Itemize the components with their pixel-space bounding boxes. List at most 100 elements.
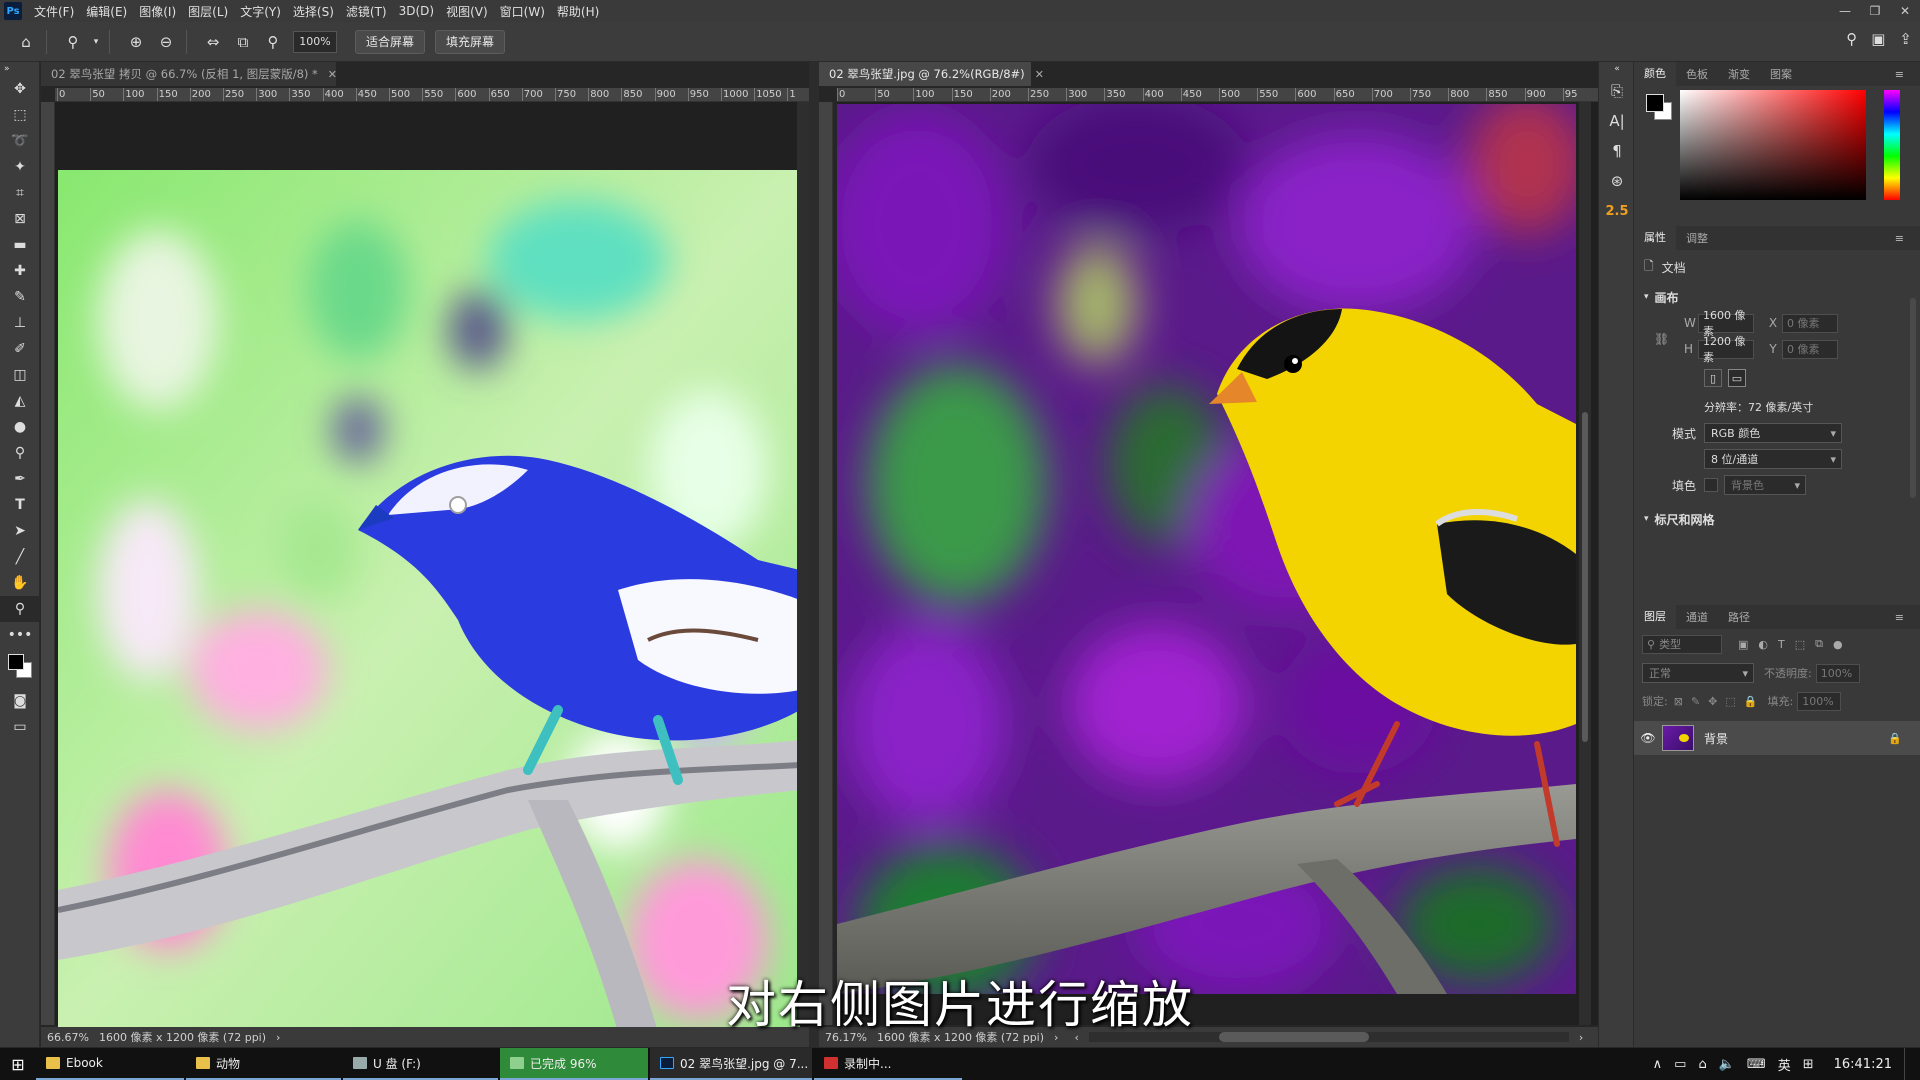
home-icon[interactable]: ⌂ bbox=[14, 30, 38, 54]
menu-edit[interactable]: 编辑(E) bbox=[80, 3, 133, 20]
share-icon[interactable]: ⇪ bbox=[1899, 30, 1912, 48]
tab-color[interactable]: 颜色 bbox=[1634, 62, 1676, 86]
filter-adjustment-icon[interactable]: ◐ bbox=[1758, 638, 1768, 651]
brush-size-indicator[interactable]: 2.5 bbox=[1599, 196, 1635, 226]
blur-tool-icon[interactable]: ● bbox=[0, 414, 40, 440]
search-icon[interactable]: ⚲ bbox=[1846, 30, 1857, 48]
type-tool-icon[interactable]: T bbox=[0, 492, 40, 518]
tab-right-document[interactable]: 02 翠鸟张望.jpg @ 76.2%(RGB/8#) ✕ bbox=[819, 62, 1044, 86]
fill-color-swatch[interactable] bbox=[1704, 478, 1718, 492]
path-selection-icon[interactable]: ➤ bbox=[0, 518, 40, 544]
menu-filter[interactable]: 滤镜(T) bbox=[340, 3, 393, 20]
portrait-orientation-icon[interactable]: ▯ bbox=[1704, 369, 1722, 387]
tab-gradients[interactable]: 渐变 bbox=[1718, 66, 1760, 82]
tab-channels[interactable]: 通道 bbox=[1676, 609, 1718, 625]
screen-mode-icon[interactable]: ▭ bbox=[0, 714, 40, 740]
scrubby-zoom-icon[interactable]: ⚲ bbox=[261, 30, 285, 54]
layer-row-background[interactable]: 👁 背景 🔒 bbox=[1634, 721, 1920, 755]
tab-swatches[interactable]: 色板 bbox=[1676, 66, 1718, 82]
fit-screen-button[interactable]: 适合屏幕 bbox=[355, 29, 426, 54]
menu-type[interactable]: 文字(Y) bbox=[234, 3, 287, 20]
color-fg-swatch[interactable] bbox=[1646, 94, 1664, 112]
taskbar-item-animals[interactable]: 动物 bbox=[186, 1048, 341, 1080]
panel-menu-icon[interactable]: ≡ bbox=[1885, 611, 1914, 624]
panel-menu-icon[interactable]: ≡ bbox=[1885, 232, 1914, 245]
paragraph-panel-icon[interactable]: ¶ bbox=[1599, 136, 1635, 166]
color-field[interactable] bbox=[1680, 90, 1866, 200]
input-grid-icon[interactable]: ⊞ bbox=[1803, 1057, 1814, 1072]
zoom-percent-field[interactable]: 100% bbox=[293, 30, 337, 53]
menu-image[interactable]: 图像(I) bbox=[133, 3, 182, 20]
filter-shape-icon[interactable]: ⬚ bbox=[1795, 638, 1805, 651]
layer-name[interactable]: 背景 bbox=[1704, 730, 1728, 747]
close-icon[interactable]: ✕ bbox=[1890, 0, 1920, 22]
tab-close-icon[interactable]: ✕ bbox=[1035, 68, 1044, 81]
stamp-tool-icon[interactable]: ⊥ bbox=[0, 310, 40, 336]
lock-pixels-icon[interactable]: ✎ bbox=[1691, 695, 1700, 708]
color-swatches[interactable] bbox=[0, 648, 40, 688]
move-tool-icon[interactable]: ✥ bbox=[0, 76, 40, 102]
tab-layers[interactable]: 图层 bbox=[1634, 605, 1676, 629]
taskbar-item-usb-drive[interactable]: U 盘 (F:) bbox=[343, 1048, 498, 1080]
x-field[interactable]: 0 像素 bbox=[1782, 313, 1838, 333]
document-divider[interactable] bbox=[809, 62, 819, 1047]
foreground-color[interactable] bbox=[8, 654, 24, 670]
fill-select[interactable]: 背景色 bbox=[1724, 475, 1806, 495]
pen-tool-icon[interactable]: ✒ bbox=[0, 466, 40, 492]
tab-left-document[interactable]: 02 翠鸟张望 拷贝 @ 66.7% (反相 1, 图层蒙版/8) * ✕ bbox=[41, 62, 337, 86]
panel-menu-icon[interactable]: ≡ bbox=[1885, 68, 1914, 81]
filter-toggle-icon[interactable]: ● bbox=[1833, 638, 1843, 651]
history-panel-icon[interactable]: ⎘ bbox=[1599, 76, 1635, 106]
lock-transparent-icon[interactable]: ⊠ bbox=[1674, 695, 1683, 708]
blend-mode-select[interactable]: 正常 bbox=[1642, 663, 1754, 683]
rulers-grids-section-title[interactable]: 标尺和网格 bbox=[1655, 511, 1715, 528]
collapse-panels-icon[interactable]: « bbox=[1599, 62, 1635, 76]
menu-window[interactable]: 窗口(W) bbox=[494, 3, 551, 20]
taskbar-item-download-progress[interactable]: 已完成 96% bbox=[500, 1048, 648, 1080]
fill-field[interactable]: 100% bbox=[1797, 691, 1842, 711]
more-tools-icon[interactable]: ••• bbox=[0, 622, 40, 648]
goldfinch-image[interactable] bbox=[837, 104, 1576, 994]
resize-windows-icon[interactable]: ⇔ bbox=[201, 30, 225, 54]
lock-all-icon[interactable]: 🔒 bbox=[1744, 695, 1758, 708]
eye-icon[interactable]: 👁 bbox=[1634, 731, 1662, 745]
vertical-scrollbar[interactable] bbox=[797, 102, 809, 1025]
menu-view[interactable]: 视图(V) bbox=[440, 3, 494, 20]
eraser-tool-icon[interactable]: ◫ bbox=[0, 362, 40, 388]
restore-icon[interactable]: ❐ bbox=[1860, 0, 1890, 22]
height-field[interactable]: 1200 像素 bbox=[1698, 335, 1754, 364]
start-icon[interactable]: ⊞ bbox=[0, 1048, 36, 1080]
mode-select[interactable]: RGB 颜色 bbox=[1704, 423, 1842, 443]
character-panel-icon[interactable]: A| bbox=[1599, 106, 1635, 136]
menu-layer[interactable]: 图层(L) bbox=[182, 3, 234, 20]
hand-tool-icon[interactable]: ✋ bbox=[0, 570, 40, 596]
filter-type-icon[interactable]: T bbox=[1778, 638, 1785, 651]
inverted-bird-image[interactable] bbox=[58, 170, 800, 1032]
zoom-tool-icon[interactable]: ⚲ bbox=[0, 596, 40, 622]
tab-patterns[interactable]: 图案 bbox=[1760, 66, 1802, 82]
chevron-up-icon[interactable]: ∧ bbox=[1653, 1057, 1663, 1072]
chevron-down-icon[interactable]: ▾ bbox=[1644, 514, 1649, 524]
tab-close-icon[interactable]: ✕ bbox=[328, 68, 337, 81]
taskbar-item-ebook[interactable]: Ebook bbox=[36, 1048, 184, 1080]
canvas-section-title[interactable]: 画布 bbox=[1655, 289, 1679, 306]
hue-slider[interactable] bbox=[1884, 90, 1900, 200]
chevron-down-icon[interactable]: ▾ bbox=[91, 30, 101, 54]
bit-depth-select[interactable]: 8 位/通道 bbox=[1704, 449, 1842, 469]
marquee-tool-icon[interactable]: ⬚ bbox=[0, 102, 40, 128]
lock-artboard-icon[interactable]: ⬚ bbox=[1725, 695, 1735, 708]
properties-scrollbar[interactable] bbox=[1910, 298, 1916, 498]
frame-tool-icon[interactable]: ⊠ bbox=[0, 206, 40, 232]
y-field[interactable]: 0 像素 bbox=[1782, 339, 1838, 359]
lock-icon[interactable]: 🔒 bbox=[1888, 732, 1902, 745]
fill-screen-button[interactable]: 填充屏幕 bbox=[435, 29, 506, 54]
brush-tool-icon[interactable]: ✎ bbox=[0, 284, 40, 310]
battery-icon[interactable]: ▭ bbox=[1674, 1057, 1686, 1072]
tab-paths[interactable]: 路径 bbox=[1718, 609, 1760, 625]
menu-help[interactable]: 帮助(H) bbox=[551, 3, 605, 20]
link-icon[interactable]: ⛓ bbox=[1654, 332, 1669, 346]
volume-icon[interactable]: 🔈 bbox=[1719, 1057, 1735, 1072]
menu-3d[interactable]: 3D(D) bbox=[393, 4, 440, 18]
minimize-icon[interactable]: — bbox=[1830, 0, 1860, 22]
ime-indicator[interactable]: 英 bbox=[1778, 1055, 1791, 1074]
